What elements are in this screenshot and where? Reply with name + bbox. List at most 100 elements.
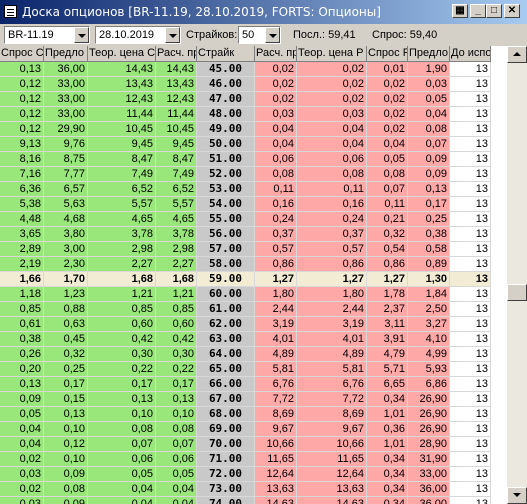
- table-cell[interactable]: 1,80: [297, 287, 367, 302]
- table-cell[interactable]: 1,01: [367, 407, 408, 422]
- table-cell[interactable]: 28,90: [408, 437, 450, 452]
- table-row[interactable]: 6,36 6,57 6,52 6,52 53.00 0,11 0,11 0,07 0,13 13: [0, 182, 507, 197]
- table-row[interactable]: 0,13 36,00 14,43 14,43 45.00 0,02 0,02 0,01 1,90…: [0, 62, 507, 77]
- table-row[interactable]: 8,16 8,75 8,47 8,47 51.00 0,06 0,06 0,05 0,09 13: [0, 152, 507, 167]
- column-header[interactable]: Спрос P: [367, 46, 408, 62]
- table-cell[interactable]: 0,04: [367, 137, 408, 152]
- table-cell[interactable]: 36,00: [408, 497, 450, 504]
- table-cell[interactable]: 10,66: [255, 437, 297, 452]
- table-row[interactable]: 0,13 0,17 0,17 0,17 66.00 6,76 6,76 6,65 6,86 13: [0, 377, 507, 392]
- table-row[interactable]: 0,04 0,10 0,08 0,08 69.00 9,67 9,67 0,36 26,90 13: [0, 422, 507, 437]
- table-cell[interactable]: 26,90: [408, 407, 450, 422]
- table-cell[interactable]: 0,04: [297, 122, 367, 137]
- table-cell[interactable]: 6,76: [255, 377, 297, 392]
- scroll-down-button[interactable]: [507, 487, 527, 504]
- table-cell[interactable]: 0,08: [88, 422, 156, 437]
- table-cell[interactable]: 1,18: [0, 287, 44, 302]
- table-cell[interactable]: 11,44: [88, 107, 156, 122]
- table-cell[interactable]: 0,02: [367, 77, 408, 92]
- table-cell[interactable]: 13: [450, 497, 491, 504]
- strike-cell[interactable]: 74.00: [197, 497, 255, 504]
- table-cell[interactable]: 0,22: [156, 362, 197, 377]
- table-cell[interactable]: 3,27: [408, 317, 450, 332]
- table-cell[interactable]: 4,89: [255, 347, 297, 362]
- scroll-thumb[interactable]: [507, 284, 527, 301]
- table-row[interactable]: 0,03 0,09 0,05 0,05 72.00 12,64 12,64 0,34 33,00…: [0, 467, 507, 482]
- table-cell[interactable]: 0,17: [88, 377, 156, 392]
- table-cell[interactable]: 0,07: [88, 437, 156, 452]
- column-header[interactable]: Спрос C: [0, 46, 44, 62]
- table-cell[interactable]: 0,10: [156, 407, 197, 422]
- table-row[interactable]: 0,02 0,10 0,06 0,06 71.00 11,65 11,65 0,34 31,90…: [0, 452, 507, 467]
- table-cell[interactable]: 0,08: [367, 167, 408, 182]
- table-cell[interactable]: 4,79: [367, 347, 408, 362]
- table-cell[interactable]: 0,04: [156, 497, 197, 504]
- strike-cell[interactable]: 70.00: [197, 437, 255, 452]
- table-cell[interactable]: 5,63: [44, 197, 88, 212]
- table-cell[interactable]: 2,19: [0, 257, 44, 272]
- table-cell[interactable]: 0,26: [0, 347, 44, 362]
- table-cell[interactable]: 0,08: [297, 167, 367, 182]
- table-cell[interactable]: 5,57: [88, 197, 156, 212]
- table-cell[interactable]: 0,11: [255, 182, 297, 197]
- table-cell[interactable]: 14,63: [297, 497, 367, 504]
- table-cell[interactable]: 13: [450, 107, 491, 122]
- table-cell[interactable]: 2,89: [0, 242, 44, 257]
- table-cell[interactable]: 4,68: [44, 212, 88, 227]
- table-cell[interactable]: 0,04: [255, 122, 297, 137]
- table-cell[interactable]: 13: [450, 452, 491, 467]
- table-cell[interactable]: 3,00: [44, 242, 88, 257]
- column-header[interactable]: Предло: [408, 46, 450, 62]
- table-cell[interactable]: 7,49: [88, 167, 156, 182]
- table-cell[interactable]: 0,88: [44, 302, 88, 317]
- table-cell[interactable]: 0,25: [408, 212, 450, 227]
- strike-cell[interactable]: 49.00: [197, 122, 255, 137]
- strike-cell[interactable]: 73.00: [197, 482, 255, 497]
- table-cell[interactable]: 0,10: [44, 452, 88, 467]
- table-cell[interactable]: 4,99: [408, 347, 450, 362]
- table-cell[interactable]: 0,24: [297, 212, 367, 227]
- table-cell[interactable]: 0,06: [88, 452, 156, 467]
- table-cell[interactable]: 0,12: [0, 92, 44, 107]
- table-cell[interactable]: 1,84: [408, 287, 450, 302]
- table-cell[interactable]: 13: [450, 437, 491, 452]
- table-cell[interactable]: 0,08: [255, 167, 297, 182]
- table-cell[interactable]: 0,05: [156, 467, 197, 482]
- column-header[interactable]: Расч. пр: [156, 46, 197, 62]
- table-cell[interactable]: 13: [450, 197, 491, 212]
- table-cell[interactable]: 0,09: [408, 167, 450, 182]
- table-cell[interactable]: 0,86: [255, 257, 297, 272]
- table-cell[interactable]: 0,05: [367, 152, 408, 167]
- table-cell[interactable]: 13,63: [255, 482, 297, 497]
- table-cell[interactable]: 0,04: [156, 482, 197, 497]
- table-cell[interactable]: 13: [450, 377, 491, 392]
- table-cell[interactable]: 0,34: [367, 392, 408, 407]
- table-cell[interactable]: 0,38: [408, 227, 450, 242]
- table-cell[interactable]: 13: [450, 317, 491, 332]
- table-cell[interactable]: 7,72: [297, 392, 367, 407]
- chevron-down-icon[interactable]: [74, 27, 89, 43]
- strike-cell[interactable]: 63.00: [197, 332, 255, 347]
- table-cell[interactable]: 9,67: [297, 422, 367, 437]
- table-cell[interactable]: 0,09: [44, 497, 88, 504]
- table-cell[interactable]: 8,16: [0, 152, 44, 167]
- table-cell[interactable]: 0,30: [88, 347, 156, 362]
- option-board-table[interactable]: Спрос C Предло Теор. цена C Расч. пр Стр…: [0, 46, 507, 504]
- table-cell[interactable]: 11,44: [156, 107, 197, 122]
- table-cell[interactable]: 3,65: [0, 227, 44, 242]
- table-cell[interactable]: 0,42: [88, 332, 156, 347]
- table-cell[interactable]: 2,50: [408, 302, 450, 317]
- table-cell[interactable]: 0,25: [44, 362, 88, 377]
- table-cell[interactable]: 33,00: [408, 467, 450, 482]
- table-cell[interactable]: 0,06: [297, 152, 367, 167]
- table-row[interactable]: 0,03 0,09 0,04 0,04 74.00 14,63 14,63 0,34 36,00…: [0, 497, 507, 504]
- table-cell[interactable]: 0,16: [255, 197, 297, 212]
- table-cell[interactable]: 7,16: [0, 167, 44, 182]
- table-cell[interactable]: 0,04: [297, 137, 367, 152]
- table-cell[interactable]: 0,13: [0, 62, 44, 77]
- strike-cell[interactable]: 55.00: [197, 212, 255, 227]
- table-cell[interactable]: 13: [450, 137, 491, 152]
- table-cell[interactable]: 1,27: [367, 272, 408, 287]
- table-cell[interactable]: 13: [450, 212, 491, 227]
- table-cell[interactable]: 0,08: [408, 122, 450, 137]
